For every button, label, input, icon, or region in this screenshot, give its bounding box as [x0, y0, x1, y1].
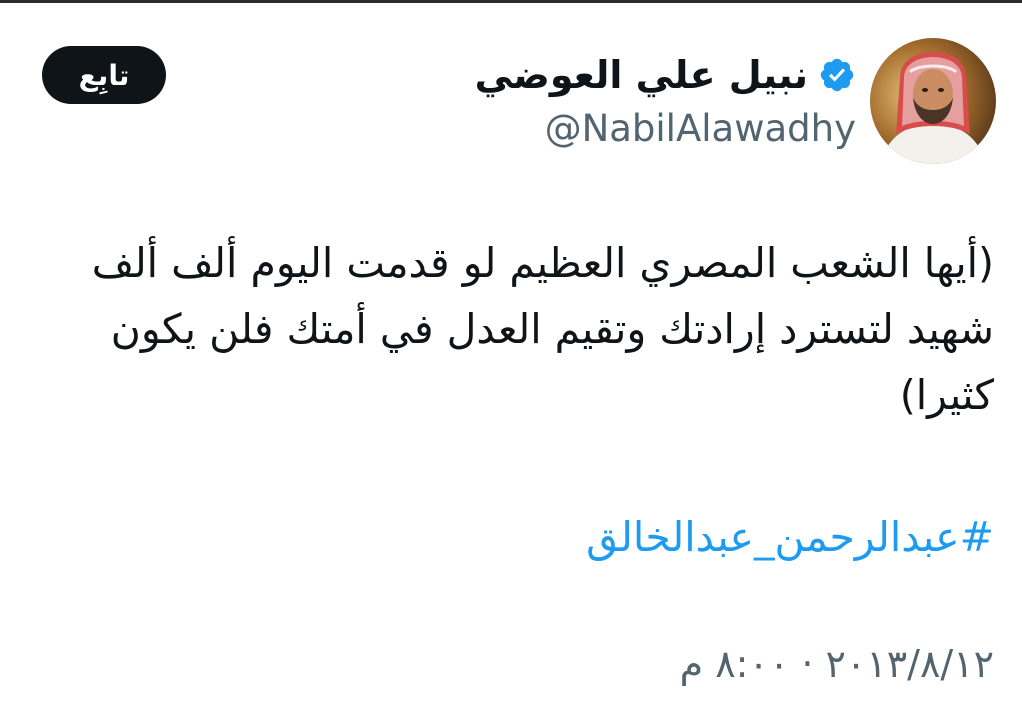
- tweet-card: نبيل علي العوضي @NabilAlawadhy تابِع (أي…: [0, 0, 1022, 709]
- follow-button[interactable]: تابِع: [42, 46, 166, 104]
- author-display-name[interactable]: نبيل علي العوضي: [475, 50, 856, 100]
- tweet-timestamp[interactable]: ٢٠١٣/٨/١٢ · ٨:٠٠ م: [680, 638, 994, 690]
- author-avatar[interactable]: [870, 38, 996, 164]
- tweet-text: (أيها الشعب المصري العظيم لو قدمت اليوم …: [78, 239, 994, 419]
- hashtag-link[interactable]: #عبدالرحمن_عبدالخالق: [586, 504, 994, 570]
- author-handle[interactable]: @NabilAlawadhy: [545, 106, 856, 152]
- verified-badge-icon: [820, 58, 854, 92]
- display-name-text: نبيل علي العوضي: [474, 53, 808, 97]
- avatar-photo-icon: [870, 38, 996, 164]
